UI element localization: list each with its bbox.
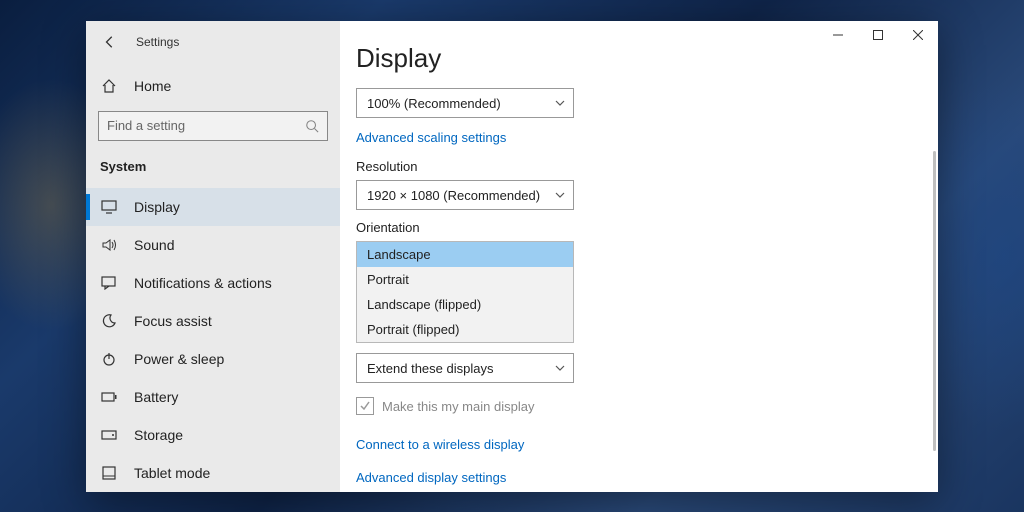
monitor-icon <box>100 200 118 214</box>
speaker-icon <box>100 238 118 252</box>
multidisplay-value: Extend these displays <box>367 361 493 376</box>
sidebar-item-label: Tablet mode <box>134 465 210 481</box>
main-display-checkbox-label: Make this my main display <box>382 399 534 414</box>
page-title: Display <box>356 43 938 74</box>
scale-combobox[interactable]: 100% (Recommended) <box>356 88 574 118</box>
orientation-option-portrait[interactable]: Portrait <box>357 267 573 292</box>
settings-window: Settings Home System Display <box>86 21 938 492</box>
battery-icon <box>100 392 118 402</box>
orientation-option-portrait-flipped[interactable]: Portrait (flipped) <box>357 317 573 342</box>
message-icon <box>100 276 118 290</box>
home-label: Home <box>134 78 171 94</box>
resolution-value: 1920 × 1080 (Recommended) <box>367 188 540 203</box>
tablet-icon <box>100 466 118 480</box>
orientation-option-landscape[interactable]: Landscape <box>357 242 573 267</box>
sidebar-item-label: Focus assist <box>134 313 212 329</box>
sidebar-item-label: Notifications & actions <box>134 275 272 291</box>
chevron-down-icon <box>555 98 565 108</box>
arrow-left-icon <box>103 35 117 49</box>
scrollbar[interactable] <box>933 151 936 451</box>
sidebar-item-label: Sound <box>134 237 174 253</box>
advanced-scaling-link[interactable]: Advanced scaling settings <box>356 130 506 145</box>
sidebar-item-tablet[interactable]: Tablet mode <box>86 454 340 492</box>
wireless-display-link[interactable]: Connect to a wireless display <box>356 437 524 452</box>
search-input[interactable] <box>107 118 305 133</box>
content-area: Display 100% (Recommended) Advanced scal… <box>340 21 938 492</box>
chevron-down-icon <box>555 363 565 373</box>
sidebar-item-notifications[interactable]: Notifications & actions <box>86 264 340 302</box>
drive-icon <box>100 430 118 440</box>
app-title: Settings <box>136 35 179 49</box>
sidebar-item-sound[interactable]: Sound <box>86 226 340 264</box>
resolution-combobox[interactable]: 1920 × 1080 (Recommended) <box>356 180 574 210</box>
sidebar-nav: Display Sound Notifications & actions Fo… <box>86 188 340 492</box>
moon-icon <box>100 313 118 329</box>
chevron-down-icon <box>555 190 565 200</box>
sidebar-item-label: Power & sleep <box>134 351 224 367</box>
scale-value: 100% (Recommended) <box>367 96 501 111</box>
advanced-display-link[interactable]: Advanced display settings <box>356 470 506 485</box>
home-icon <box>100 78 118 94</box>
home-button[interactable]: Home <box>86 69 340 103</box>
main-display-checkbox-row[interactable]: Make this my main display <box>356 397 938 415</box>
sidebar-item-label: Storage <box>134 427 183 443</box>
sidebar: Settings Home System Display <box>86 21 340 492</box>
power-icon <box>100 351 118 367</box>
sidebar-item-storage[interactable]: Storage <box>86 416 340 454</box>
back-button[interactable] <box>98 30 122 54</box>
search-icon <box>305 119 319 133</box>
orientation-option-landscape-flipped[interactable]: Landscape (flipped) <box>357 292 573 317</box>
sidebar-item-focus-assist[interactable]: Focus assist <box>86 302 340 340</box>
sidebar-item-label: Battery <box>134 389 178 405</box>
orientation-dropdown[interactable]: Landscape Portrait Landscape (flipped) P… <box>356 241 574 343</box>
multidisplay-combobox[interactable]: Extend these displays <box>356 353 574 383</box>
category-label: System <box>86 151 340 188</box>
sidebar-item-battery[interactable]: Battery <box>86 378 340 416</box>
orientation-label: Orientation <box>356 220 938 235</box>
sidebar-item-label: Display <box>134 199 180 215</box>
titlebar-left: Settings <box>86 29 340 55</box>
sidebar-item-display[interactable]: Display <box>86 188 340 226</box>
checkbox-icon <box>356 397 374 415</box>
resolution-label: Resolution <box>356 159 938 174</box>
search-box[interactable] <box>98 111 328 141</box>
main-panel: Display 100% (Recommended) Advanced scal… <box>340 21 938 492</box>
sidebar-item-power[interactable]: Power & sleep <box>86 340 340 378</box>
desktop-wallpaper: Settings Home System Display <box>0 0 1024 512</box>
